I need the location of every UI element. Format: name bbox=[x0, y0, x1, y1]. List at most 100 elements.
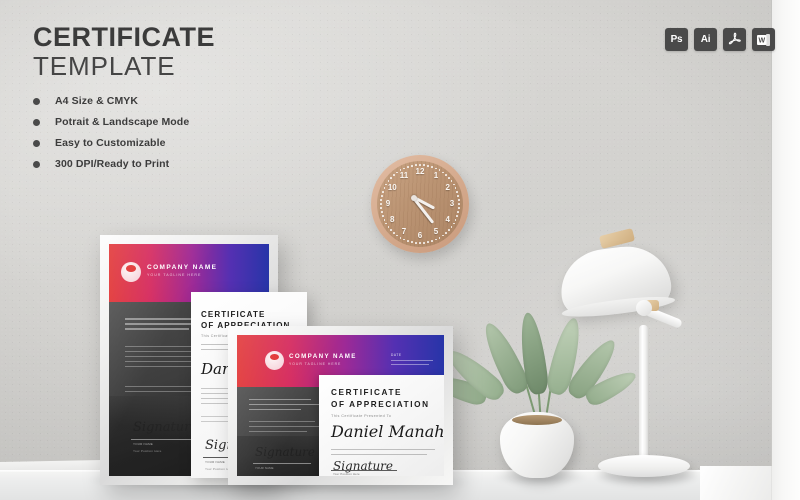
clock-numeral: 7 bbox=[401, 226, 407, 236]
signature-role: Your Position Here bbox=[333, 472, 360, 476]
title-line-1: CERTIFICATE bbox=[33, 22, 215, 52]
feature-label: Easy to Customizable bbox=[55, 137, 166, 149]
clock-minute-mark bbox=[381, 195, 383, 197]
clock-minute-mark bbox=[435, 167, 437, 170]
clock-minute-mark bbox=[454, 219, 457, 221]
clock-minute-mark bbox=[442, 234, 444, 237]
software-badge-group: Ps Ai W bbox=[665, 28, 775, 51]
clock-minute-mark bbox=[393, 174, 395, 176]
clock-minute-mark bbox=[427, 241, 429, 243]
clock-minute-mark bbox=[448, 177, 450, 179]
lamp-base bbox=[598, 455, 690, 477]
date-label: DATE bbox=[391, 353, 402, 357]
feature-label: Potrait & Landscape Mode bbox=[55, 116, 190, 128]
acrobat-pdf-icon bbox=[723, 28, 746, 51]
clock-minute-mark bbox=[419, 164, 421, 166]
clock-numeral: 5 bbox=[433, 226, 439, 236]
signature-text: Signature bbox=[133, 420, 199, 435]
clock-numeral: 11 bbox=[399, 171, 409, 181]
list-item: 300 DPI/Ready to Print bbox=[33, 158, 189, 170]
clock-minute-mark bbox=[382, 215, 384, 217]
clock-minute-mark bbox=[390, 177, 392, 179]
certificate-title-line-2: OF APPRECIATION bbox=[331, 400, 430, 409]
bullet-icon bbox=[33, 140, 40, 147]
clock-minute-mark bbox=[445, 232, 447, 234]
clock-minute-mark bbox=[415, 164, 417, 166]
clock-minute-mark bbox=[448, 229, 450, 231]
clock-numeral: 4 bbox=[445, 215, 450, 224]
clock-minute-mark bbox=[457, 207, 460, 209]
clock-minute-mark bbox=[380, 199, 382, 201]
certificate-mockup-scene: CERTIFICATE TEMPLATE A4 Size & CMYK Potr… bbox=[0, 0, 800, 500]
company-tagline: YOUR TAGLINE HERE bbox=[289, 362, 342, 366]
clock-minute-mark bbox=[419, 242, 421, 244]
clock-minute-mark bbox=[382, 191, 384, 193]
clock-minute-mark bbox=[458, 203, 460, 205]
feature-list: A4 Size & CMYK Potrait & Landscape Mode … bbox=[33, 95, 189, 179]
clock-numeral: 9 bbox=[385, 199, 391, 208]
bullet-icon bbox=[33, 98, 40, 105]
clock-numeral: 12 bbox=[415, 167, 425, 176]
signature-name: YOUR NAME bbox=[205, 460, 225, 464]
clock-numeral: 10 bbox=[387, 183, 397, 192]
clock-numeral: 8 bbox=[390, 215, 395, 224]
clock-minute-mark bbox=[415, 241, 417, 244]
certificate-presented-to: This Certificate Presented To bbox=[331, 414, 392, 418]
company-logo-icon bbox=[121, 262, 141, 282]
company-logo-icon bbox=[265, 351, 284, 370]
clock-minute-mark bbox=[457, 199, 460, 201]
clock-numeral: 6 bbox=[417, 231, 423, 240]
signature-name: YOUR NAME bbox=[255, 466, 274, 470]
landscape-photo-frame: COMPANY NAME YOUR TAGLINE HERE DATE Sign… bbox=[228, 326, 453, 485]
clock-minute-mark bbox=[423, 164, 425, 166]
svg-text:W: W bbox=[758, 37, 765, 44]
clock-minute-mark bbox=[457, 195, 459, 197]
clock-minute-mark bbox=[423, 241, 425, 244]
clock-numeral: 3 bbox=[449, 199, 455, 208]
clock-minute-mark bbox=[380, 207, 382, 209]
clock-minute-mark bbox=[403, 167, 405, 170]
signature-role: Your Position Here bbox=[133, 449, 162, 453]
company-name: COMPANY NAME bbox=[147, 264, 218, 271]
plant-foliage bbox=[429, 311, 640, 425]
certificate-recipient: Daniel Manahan bbox=[331, 422, 444, 441]
clock-minute-mark bbox=[387, 226, 390, 228]
feature-label: A4 Size & CMYK bbox=[55, 95, 139, 107]
clock-minute-mark bbox=[445, 174, 447, 176]
bullet-icon bbox=[33, 161, 40, 168]
title-line-2: TEMPLATE bbox=[33, 50, 176, 81]
clock-minute-mark bbox=[381, 211, 383, 213]
list-item: Easy to Customizable bbox=[33, 137, 189, 149]
clock-minute-mark bbox=[438, 236, 441, 239]
lamp-stem bbox=[639, 325, 648, 463]
clock-minute-mark bbox=[431, 166, 433, 168]
frame-inner-front: COMPANY NAME YOUR TAGLINE HERE DATE Sign… bbox=[237, 335, 444, 476]
wooden-wall-clock: 12 1 2 3 4 5 6 7 8 9 10 11 bbox=[371, 155, 469, 253]
certificate-landscape-front: COMPANY NAME YOUR TAGLINE HERE DATE Sign… bbox=[237, 335, 444, 476]
clock-center-pin bbox=[411, 195, 417, 201]
clock-minute-mark bbox=[403, 238, 405, 241]
clock-minute-mark bbox=[450, 180, 453, 182]
clock-minute-mark bbox=[393, 232, 395, 234]
clock-minute-mark bbox=[411, 241, 413, 243]
clock-minute-mark bbox=[407, 240, 409, 242]
clock-minute-mark bbox=[427, 165, 429, 167]
word-icon: W bbox=[752, 28, 775, 51]
list-item: A4 Size & CMYK bbox=[33, 95, 189, 107]
page-title: CERTIFICATE TEMPLATE bbox=[33, 22, 215, 81]
clock-minute-mark bbox=[442, 171, 444, 174]
certificate-title-line-1: CERTIFICATE bbox=[201, 310, 266, 319]
desk-corner bbox=[700, 466, 780, 500]
list-item: Potrait & Landscape Mode bbox=[33, 116, 189, 128]
clock-minute-mark bbox=[399, 236, 402, 239]
clock-minute-mark bbox=[454, 187, 457, 189]
clock-minute-mark bbox=[380, 203, 382, 205]
pot-soil bbox=[512, 415, 562, 425]
clock-minute-mark bbox=[396, 171, 398, 174]
company-name: COMPANY NAME bbox=[289, 353, 357, 360]
clock-minute-mark bbox=[387, 180, 390, 182]
clock-minute-mark bbox=[456, 191, 458, 193]
lamp-knuckle bbox=[636, 300, 652, 316]
plant-pot bbox=[500, 412, 574, 478]
clock-numeral: 1 bbox=[433, 171, 439, 181]
